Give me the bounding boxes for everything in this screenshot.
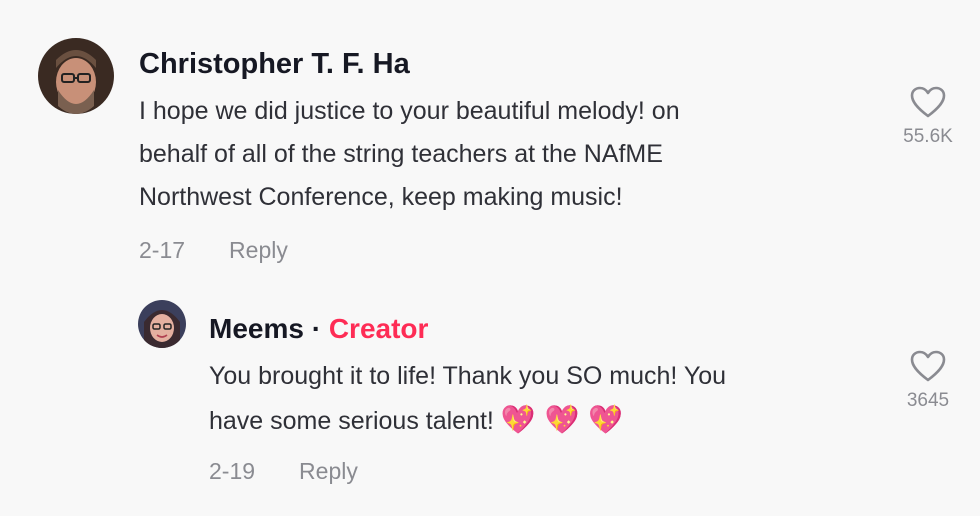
avatar[interactable] (38, 38, 114, 114)
comment-author[interactable]: Meems (209, 313, 304, 344)
comment-text-line: behalf of all of the string teachers at … (139, 140, 663, 168)
comment-author-line: Meems · Creator (209, 313, 428, 345)
comment-meta: 2-17 Reply (139, 237, 288, 264)
comment-text: I hope we did justice to your beautiful … (139, 90, 869, 219)
comment-date: 2-19 (209, 458, 256, 484)
comment-meta: 2-19 Reply (209, 458, 358, 485)
comment-text-line: have some serious talent! 💖 💖 💖 (209, 398, 869, 443)
comment-text-line: Northwest Conference, keep making music! (139, 183, 623, 211)
avatar[interactable] (138, 300, 186, 348)
reply-button[interactable]: Reply (229, 237, 288, 263)
separator-dot: · (311, 313, 322, 344)
sparkling-heart-emoji: 💖 💖 💖 (500, 403, 624, 436)
comment-text: You brought it to life! Thank you SO muc… (209, 355, 869, 443)
comment-date: 2-17 (139, 237, 186, 263)
comment-text-segment: have some serious talent! (209, 407, 494, 435)
comment-author[interactable]: Christopher T. F. Ha (139, 48, 410, 81)
heart-outline-icon (910, 86, 946, 118)
comment-text-line: You brought it to life! Thank you SO muc… (209, 362, 727, 390)
like-button[interactable]: 55.6K (883, 86, 973, 148)
comment-text-line: I hope we did justice to your beautiful … (139, 97, 680, 125)
creator-badge: Creator (328, 313, 429, 344)
like-button[interactable]: 3645 (883, 350, 973, 412)
like-count: 3645 (906, 390, 950, 411)
heart-outline-icon (910, 350, 946, 382)
reply-button[interactable]: Reply (299, 458, 358, 484)
like-count: 55.6K (903, 126, 953, 147)
